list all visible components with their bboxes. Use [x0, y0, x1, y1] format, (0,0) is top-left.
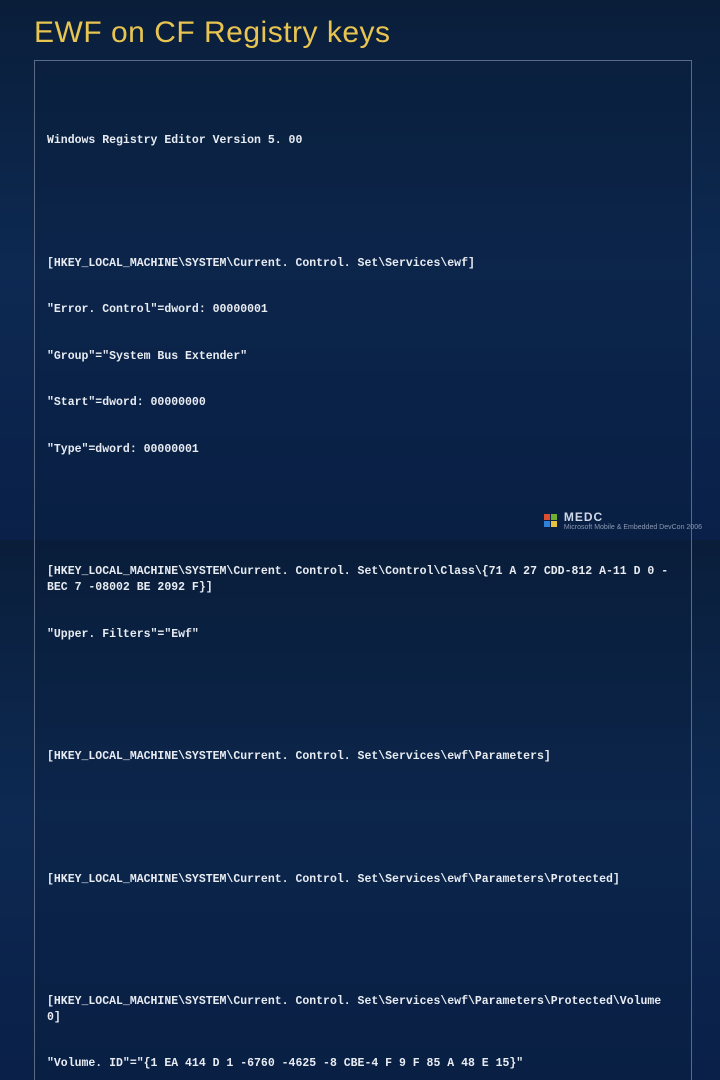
- code-block: [HKEY_LOCAL_MACHINE\SYSTEM\Current. Cont…: [47, 533, 679, 673]
- footer: MEDC Microsoft Mobile & Embedded DevCon …: [544, 511, 702, 532]
- code-block: [HKEY_LOCAL_MACHINE\SYSTEM\Current. Cont…: [47, 963, 679, 1080]
- code-line: "Volume. ID"="{1 EA 414 D 1 -6760 -4625 …: [47, 1056, 679, 1072]
- code-line: "Error. Control"=dword: 00000001: [47, 302, 679, 318]
- code-line: "Upper. Filters"="Ewf": [47, 627, 679, 643]
- code-header: Windows Registry Editor Version 5. 00: [47, 102, 679, 180]
- registry-code-box: Windows Registry Editor Version 5. 00 [H…: [34, 60, 692, 1080]
- slide-title: EWF on CF Registry keys: [0, 0, 720, 60]
- code-line: "Group"="System Bus Extender": [47, 349, 679, 365]
- code-block: [HKEY_LOCAL_MACHINE\SYSTEM\Current. Cont…: [47, 841, 679, 919]
- code-line: Windows Registry Editor Version 5. 00: [47, 133, 679, 149]
- code-line: [HKEY_LOCAL_MACHINE\SYSTEM\Current. Cont…: [47, 994, 679, 1025]
- footer-brand: MEDC: [564, 511, 702, 524]
- footer-sub: Microsoft Mobile & Embedded DevCon 2006: [564, 524, 702, 532]
- code-line: [HKEY_LOCAL_MACHINE\SYSTEM\Current. Cont…: [47, 564, 679, 595]
- code-line: "Type"=dword: 00000001: [47, 442, 679, 458]
- code-block: [HKEY_LOCAL_MACHINE\SYSTEM\Current. Cont…: [47, 225, 679, 489]
- code-line: [HKEY_LOCAL_MACHINE\SYSTEM\Current. Cont…: [47, 749, 679, 765]
- code-line: [HKEY_LOCAL_MACHINE\SYSTEM\Current. Cont…: [47, 872, 679, 888]
- windows-logo-icon: [544, 514, 558, 530]
- code-line: [HKEY_LOCAL_MACHINE\SYSTEM\Current. Cont…: [47, 256, 679, 272]
- code-line: "Start"=dword: 00000000: [47, 395, 679, 411]
- code-block: [HKEY_LOCAL_MACHINE\SYSTEM\Current. Cont…: [47, 718, 679, 796]
- footer-text: MEDC Microsoft Mobile & Embedded DevCon …: [564, 511, 702, 532]
